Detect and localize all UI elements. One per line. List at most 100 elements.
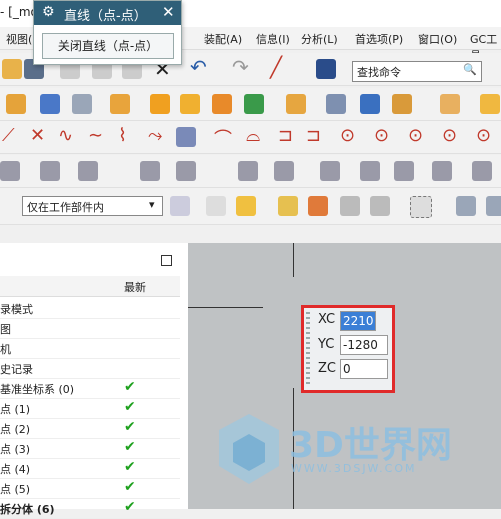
pattern-icon[interactable] xyxy=(110,94,130,114)
shell-icon[interactable] xyxy=(180,94,200,114)
move-object-icon[interactable] xyxy=(340,196,360,216)
navigator-row-label: 图 xyxy=(0,323,11,336)
arc-icon[interactable]: ⌒ xyxy=(214,125,232,151)
zc-field[interactable]: 0 xyxy=(340,359,388,379)
undo-icon[interactable]: ↶ xyxy=(190,55,207,79)
checkmark-icon: ✔ xyxy=(124,459,136,475)
search-input[interactable]: 查找命令 🔍 xyxy=(352,61,482,82)
cylinder-surface-icon[interactable] xyxy=(360,161,380,181)
menu-preferences[interactable]: 首选项(P) xyxy=(355,31,403,47)
navigator-row-label: 基准坐标系 (0) xyxy=(0,383,75,396)
navigator-row[interactable]: 基准坐标系 (0) ✔ xyxy=(0,378,180,399)
line-icon[interactable]: ╱ xyxy=(270,55,282,79)
watermark-brand: 3D世界网 xyxy=(289,425,452,466)
draft-icon[interactable] xyxy=(326,94,346,114)
trim-body-icon[interactable] xyxy=(286,94,306,114)
unite-icon[interactable] xyxy=(244,94,264,114)
surface-icon[interactable] xyxy=(440,94,460,114)
trim-sheet-icon[interactable] xyxy=(472,161,492,181)
navigator-row-label: 拆分体 (6) xyxy=(0,503,55,516)
gear-icon[interactable]: ⚙ xyxy=(42,4,55,20)
studio-spline-icon[interactable]: ∼ xyxy=(88,125,103,146)
search-icon[interactable]: 🔍 xyxy=(463,63,477,76)
navigator-row[interactable]: 点 (4) ✔ xyxy=(0,458,180,479)
navigator-row[interactable]: 机 xyxy=(0,338,180,359)
spline-icon[interactable]: ∿ xyxy=(58,125,73,146)
offset-surface-icon[interactable] xyxy=(432,161,452,181)
through-curves-icon[interactable] xyxy=(40,161,60,181)
block-icon[interactable] xyxy=(40,94,60,114)
filter-icon[interactable] xyxy=(236,196,256,216)
chevron-down-icon[interactable]: ▾ xyxy=(149,198,155,211)
axis-line-vertical xyxy=(293,243,294,277)
conic-icon[interactable]: ⌓ xyxy=(246,125,260,146)
navigator-row[interactable]: 史记录 xyxy=(0,358,180,379)
navigator-row[interactable]: 点 (2) ✔ xyxy=(0,418,180,439)
toolbar-row-3: ⟋ ✕ ∿ ∼ ⌇ ⤳ ⌒ ⌓ ⊐ ⊐ ⊙ ⊙ ⊙ ⊙ ⊙ xyxy=(0,121,501,154)
point-snap-icon[interactable] xyxy=(278,196,298,216)
yc-field[interactable]: -1280 xyxy=(340,335,388,355)
extension-icon[interactable] xyxy=(394,161,414,181)
curve-cross-icon[interactable]: ✕ xyxy=(30,125,45,146)
redo-icon[interactable]: ↷ xyxy=(232,55,249,79)
menu-view[interactable]: 视图( xyxy=(6,31,32,47)
transform-icon[interactable] xyxy=(370,196,390,216)
info-icon[interactable] xyxy=(316,59,336,79)
move-face-icon[interactable] xyxy=(360,94,380,114)
dialog-titlebar: ⚙ 直线（点-点） ✕ xyxy=(34,1,181,25)
bridge-icon[interactable]: ⊐ xyxy=(278,125,293,146)
drag-handle[interactable] xyxy=(306,312,310,384)
cylinder-icon[interactable] xyxy=(72,94,92,114)
axis-line-horizontal xyxy=(188,307,263,308)
grid-curve-icon[interactable] xyxy=(176,127,196,147)
circle-icon[interactable]: ⊙ xyxy=(340,125,355,146)
circle-tangent-icon[interactable]: ⊙ xyxy=(442,125,457,146)
view-shade-icon[interactable] xyxy=(456,196,476,216)
circle-radius-icon[interactable]: ⊙ xyxy=(476,125,491,146)
ruled-surface-icon[interactable] xyxy=(0,161,20,181)
maximize-icon[interactable] xyxy=(161,255,172,266)
swept-icon[interactable] xyxy=(140,161,160,181)
extrude-icon[interactable] xyxy=(6,94,26,114)
n-sided-icon[interactable] xyxy=(238,161,258,181)
navigator-row-label: 点 (2) xyxy=(0,423,31,436)
view-wire-icon[interactable] xyxy=(486,196,501,216)
navigator-row-label: 点 (3) xyxy=(0,443,31,456)
circle-point-icon[interactable]: ⊙ xyxy=(408,125,423,146)
close-dialog-button[interactable]: 关闭直线（点-点） xyxy=(42,33,174,59)
column-latest[interactable]: 最新 xyxy=(124,279,146,295)
filter-select[interactable]: 仅在工作部件内 ▾ xyxy=(22,196,163,216)
close-icon[interactable]: ✕ xyxy=(162,3,175,21)
box-select-icon[interactable] xyxy=(410,196,432,218)
bounded-plane-icon[interactable] xyxy=(274,161,294,181)
navigator-row[interactable]: 点 (3) ✔ xyxy=(0,438,180,459)
navigator-row[interactable]: 点 (5) ✔ xyxy=(0,478,180,499)
snap-icon[interactable] xyxy=(206,196,226,216)
offset-curve-icon[interactable]: ⊐ xyxy=(306,125,321,146)
navigator-row[interactable]: 图 xyxy=(0,318,180,339)
color-palette-icon[interactable] xyxy=(308,196,328,216)
array-icon[interactable] xyxy=(212,94,232,114)
menu-info[interactable]: 信息(I) xyxy=(256,31,290,47)
selection-scope-icon[interactable] xyxy=(170,196,190,216)
circle-center-icon[interactable]: ⊙ xyxy=(374,125,389,146)
navigator-row[interactable]: 点 (1) ✔ xyxy=(0,398,180,419)
curve-line-icon[interactable]: ⟋ xyxy=(2,125,15,146)
navigator-row-label: 机 xyxy=(0,343,11,356)
offset-face-icon[interactable] xyxy=(150,94,170,114)
fillet-icon[interactable] xyxy=(480,94,500,114)
menu-window[interactable]: 窗口(O) xyxy=(418,31,457,47)
fit-curve-icon[interactable]: ⌇ xyxy=(118,125,127,146)
dialog-title: 直线（点-点） xyxy=(64,9,147,24)
face-blend-icon[interactable] xyxy=(320,161,340,181)
section-surface-icon[interactable] xyxy=(176,161,196,181)
replace-face-icon[interactable] xyxy=(392,94,412,114)
menu-assembly[interactable]: 装配(A) xyxy=(204,31,242,47)
navigator-row[interactable]: 录模式 xyxy=(0,298,180,319)
menu-analysis[interactable]: 分析(L) xyxy=(301,31,338,47)
through-mesh-icon[interactable] xyxy=(78,161,98,181)
open-icon[interactable] xyxy=(2,59,22,79)
navigator-header: 最新 xyxy=(0,276,180,297)
helix-icon[interactable]: ⤳ xyxy=(148,125,162,146)
xc-field[interactable]: 2210 xyxy=(340,311,376,331)
